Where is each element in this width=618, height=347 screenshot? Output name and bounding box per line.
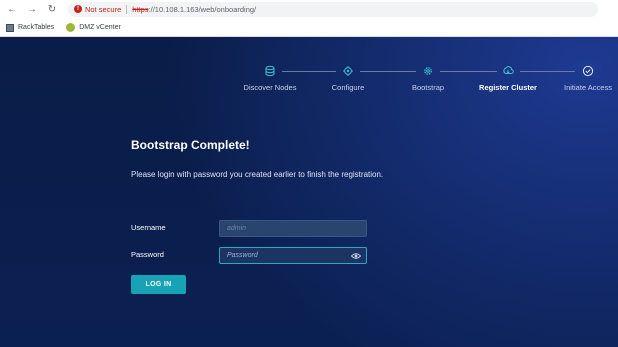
vcenter-icon bbox=[66, 23, 76, 32]
show-password-eye-icon[interactable] bbox=[351, 252, 361, 260]
back-arrow-icon[interactable]: ← bbox=[4, 1, 20, 17]
onboarding-stepper: Discover Nodes Configure Bootstrap Regis… bbox=[230, 65, 615, 105]
step-discover-nodes: Discover Nodes bbox=[230, 65, 310, 92]
step-label: Configure bbox=[331, 83, 365, 92]
step-label: Bootstrap bbox=[411, 83, 445, 92]
step-label: Initiate Access bbox=[564, 83, 612, 92]
warning-icon: ! bbox=[74, 5, 82, 13]
forward-arrow-icon[interactable]: → bbox=[24, 1, 40, 17]
page-description: Please login with password you created e… bbox=[131, 170, 384, 179]
step-initiate-access: Initiate Access bbox=[548, 65, 618, 92]
page-title: Bootstrap Complete! bbox=[131, 138, 250, 152]
bookmark-dmz-vcenter[interactable]: DMZ vCenter bbox=[66, 23, 121, 32]
password-label: Password bbox=[131, 250, 164, 259]
configure-gear-icon bbox=[343, 66, 353, 76]
step-configure: Configure bbox=[308, 65, 388, 92]
bookmark-label: RackTables bbox=[18, 24, 55, 31]
step-bootstrap: Bootstrap bbox=[388, 65, 468, 92]
bookmark-label: DMZ vCenter bbox=[79, 24, 121, 31]
racktables-icon bbox=[6, 23, 14, 32]
reload-icon[interactable]: ↻ bbox=[44, 1, 60, 17]
step-label: Discover Nodes bbox=[243, 83, 297, 92]
register-cluster-icon bbox=[503, 66, 514, 74]
password-field[interactable]: Password bbox=[219, 247, 367, 264]
gear-icon bbox=[424, 67, 432, 75]
step-label: Register Cluster bbox=[479, 83, 537, 92]
browser-toolbar: ← → ↻ ! Not secure https ://10.108.1.163… bbox=[0, 0, 618, 18]
password-placeholder: Password bbox=[227, 252, 258, 259]
login-button[interactable]: LOG IN bbox=[131, 275, 186, 294]
security-label: Not secure bbox=[85, 4, 122, 14]
username-label: Username bbox=[131, 223, 166, 232]
address-bar[interactable]: ! Not secure https ://10.108.1.163/web/o… bbox=[68, 1, 598, 17]
url-scheme: https bbox=[132, 4, 149, 14]
bookmark-racktables[interactable]: RackTables bbox=[6, 23, 55, 32]
step-register-cluster: Register Cluster bbox=[468, 65, 548, 92]
username-field[interactable]: admin bbox=[219, 220, 367, 237]
username-value: admin bbox=[227, 225, 247, 232]
security-indicator[interactable]: ! Not secure bbox=[74, 5, 121, 14]
bookmarks-bar: RackTables DMZ vCenter bbox=[0, 19, 618, 37]
database-icon bbox=[265, 65, 275, 77]
onboarding-page: Discover Nodes Configure Bootstrap Regis… bbox=[0, 37, 618, 347]
check-circle-icon bbox=[582, 65, 594, 77]
address-separator bbox=[126, 4, 128, 14]
url-path: ://10.108.1.163/web/onboarding/ bbox=[148, 4, 257, 14]
